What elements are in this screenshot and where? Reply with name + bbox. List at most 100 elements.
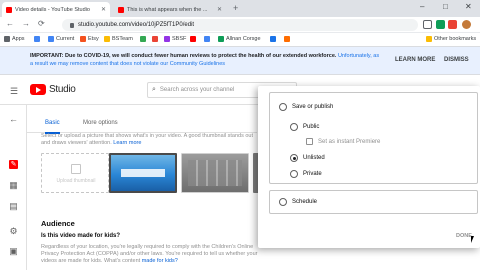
bookmark-label: Current <box>56 36 75 42</box>
bookmark-bsteam[interactable]: BSTeam <box>104 36 133 42</box>
new-tab-button[interactable]: + <box>233 3 238 13</box>
star-icon[interactable] <box>423 20 432 29</box>
browser-tab-label: Video details - YouTube Studio <box>15 6 90 13</box>
bookmark-label: BSTeam <box>112 36 133 42</box>
dismiss-button[interactable]: DISMISS <box>444 57 469 63</box>
audience-heading: Audience <box>41 219 75 228</box>
private-label: Private <box>303 171 322 177</box>
forward-button[interactable]: → <box>22 19 30 28</box>
schedule-label: Schedule <box>292 199 318 205</box>
bookmark-label: Etsy <box>88 36 99 42</box>
search-placeholder: Search across your channel <box>159 87 235 93</box>
menu-icon[interactable]: ☰ <box>10 86 18 97</box>
feedback-icon[interactable]: ▣ <box>9 247 18 256</box>
save-or-publish-label: Save or publish <box>292 104 334 110</box>
instant-premiere-checkbox[interactable] <box>306 138 313 145</box>
bookmark-current[interactable]: Current <box>48 36 74 42</box>
bookmark-item[interactable] <box>152 36 160 42</box>
close-tab-icon[interactable]: ✕ <box>214 6 222 13</box>
learn-more-button[interactable]: LEARN MORE <box>395 57 435 63</box>
close-tab-icon[interactable]: ✕ <box>98 6 106 13</box>
bookmark-icon <box>80 36 86 42</box>
reload-button[interactable]: ⟳ <box>38 19 45 28</box>
thumbnail-preview-graphic <box>188 160 242 186</box>
extension-icon[interactable] <box>436 20 445 29</box>
browser-tab-studio[interactable]: Video details - YouTube Studio ✕ <box>2 2 110 17</box>
back-arrow-icon[interactable]: ← <box>9 115 18 124</box>
close-window-button[interactable]: ✕ <box>465 2 472 11</box>
details-pencil-icon[interactable]: ✎ <box>9 160 18 169</box>
made-for-kids-link[interactable]: made for kids? <box>142 258 178 264</box>
browser-tab-label: This is what appears when the ... <box>127 6 208 13</box>
apps-grid-icon <box>4 36 10 42</box>
youtube-studio-favicon-icon <box>6 6 12 13</box>
maximize-button[interactable]: □ <box>443 2 448 11</box>
youtube-favicon-icon <box>118 6 124 13</box>
left-rail: ← ✎ ▦ ▤ ⚙ ▣ <box>0 105 27 270</box>
public-radio[interactable] <box>290 123 298 131</box>
bookmark-etsy[interactable]: Etsy <box>80 36 99 42</box>
bookmark-icon <box>218 36 224 42</box>
bookmark-item[interactable] <box>34 36 42 42</box>
done-button[interactable]: DONE <box>456 233 472 239</box>
image-upload-icon <box>71 164 81 174</box>
tab-basic[interactable]: Basic <box>45 120 60 134</box>
bookmark-allnan[interactable]: Allnan Corsge <box>218 36 261 42</box>
studio-logo[interactable]: Studio <box>30 84 76 95</box>
banner-text: IMPORTANT: Due to COVID-19, we will cond… <box>30 52 380 68</box>
bookmark-icon <box>104 36 110 42</box>
bookmark-item[interactable] <box>190 36 198 42</box>
bookmark-item[interactable] <box>284 36 292 42</box>
bookmark-item[interactable] <box>140 36 148 42</box>
back-button[interactable]: ← <box>6 19 14 28</box>
save-or-publish-radio[interactable] <box>279 103 287 111</box>
folder-icon <box>426 36 432 42</box>
instant-premiere-label: Set as instant Premiere <box>318 139 381 145</box>
made-for-kids-question: Is this video made for kids? <box>41 233 121 239</box>
bookmark-icon <box>190 36 196 42</box>
thumbnail-desc-text: Select or upload a picture that shows wh… <box>41 133 254 146</box>
bookmark-sbsf[interactable]: SBSF <box>164 36 186 42</box>
other-bookmarks[interactable]: Other bookmarks <box>426 36 476 42</box>
learn-more-link[interactable]: Learn more <box>113 140 141 146</box>
mouse-cursor-icon <box>471 236 474 243</box>
browser-tab-2[interactable]: This is what appears when the ... ✕ <box>114 2 226 17</box>
url-bar[interactable]: studio.youtube.com/video/10jPZ5fT1P0/edi… <box>62 19 418 31</box>
thumbnail-preview-graphic <box>121 169 165 177</box>
lock-icon <box>70 22 74 28</box>
bookmark-label: Other bookmarks <box>434 36 477 42</box>
bookmark-label: Apps <box>12 36 25 42</box>
bookmark-icon <box>140 36 146 42</box>
video-details-main: Basic More options Select or upload a pi… <box>27 105 269 270</box>
thumbnail-option-selected[interactable] <box>109 153 177 193</box>
tab-more-options[interactable]: More options <box>83 120 118 126</box>
coppa-notice: Regardless of your location, you're lega… <box>41 244 269 265</box>
analytics-icon[interactable]: ▦ <box>9 181 18 190</box>
url-text: studio.youtube.com/video/10jPZ5fT1P0/edi… <box>78 22 195 28</box>
thumbnail-option[interactable] <box>181 153 249 193</box>
youtube-play-icon <box>30 84 46 95</box>
bookmark-icon <box>164 36 170 42</box>
bookmark-icon <box>152 36 158 42</box>
public-label: Public <box>303 124 320 130</box>
save-or-publish-box: Save or publish Public Set as instant Pr… <box>269 92 478 184</box>
thumbnail-description: Select or upload a picture that shows wh… <box>41 133 261 147</box>
minimize-button[interactable]: – <box>420 2 424 11</box>
details-tabs: Basic More options <box>27 113 257 134</box>
editor-icon[interactable]: ▤ <box>9 202 18 211</box>
bookmark-label: Allnan Corsge <box>226 36 261 42</box>
bookmark-item[interactable] <box>270 36 278 42</box>
unlisted-radio[interactable] <box>290 154 298 162</box>
extension-icon[interactable] <box>448 20 457 29</box>
bookmark-apps[interactable]: Apps <box>4 36 25 42</box>
visibility-dialog: Save or publish Public Set as instant Pr… <box>258 86 480 248</box>
schedule-radio[interactable] <box>279 198 287 206</box>
settings-gear-icon[interactable]: ⚙ <box>9 227 18 236</box>
bookmark-icon <box>48 36 54 42</box>
profile-avatar[interactable] <box>462 20 471 29</box>
private-radio[interactable] <box>290 170 298 178</box>
upload-thumbnail-button[interactable]: Upload thumbnail <box>41 153 109 193</box>
bookmark-label: SBSF <box>172 36 187 42</box>
schedule-box: Schedule <box>269 190 478 214</box>
bookmark-item[interactable] <box>204 36 212 42</box>
